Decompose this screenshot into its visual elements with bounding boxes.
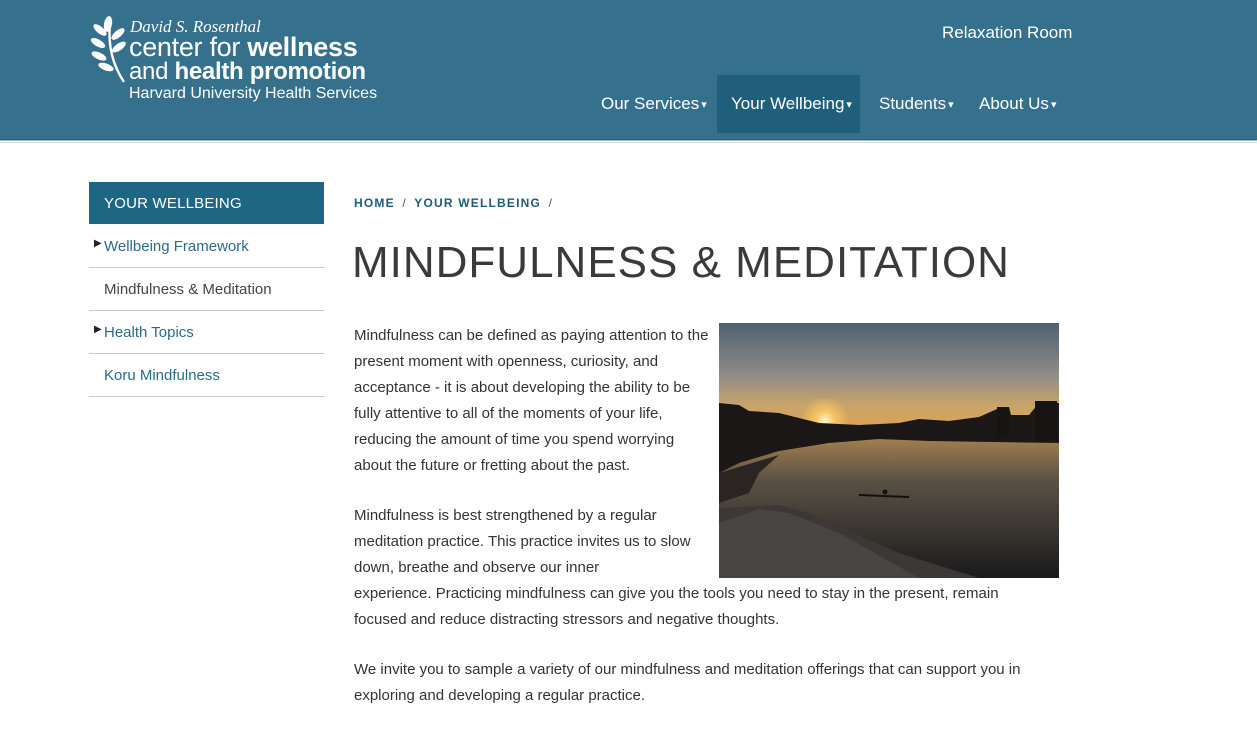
nav-label: Our Services [601,94,700,113]
breadcrumb: HOME / YOUR WELLBEING / [354,196,556,210]
nav-label: Students [879,94,947,113]
logo-text-line4: Harvard University Health Services [129,85,378,102]
sidebar-item-label: Mindfulness & Meditation [104,280,272,298]
breadcrumb-home-link[interactable]: HOME [354,196,395,210]
river-sunset-photo [719,323,1059,578]
caret-down-icon: ▾ [846,98,852,111]
nav-students[interactable]: Students ▾ [879,75,954,133]
relaxation-room-link[interactable]: Relaxation Room [942,23,1072,43]
sidebar-item-health-topics[interactable]: ▶ Health Topics [89,311,324,354]
sidebar-heading[interactable]: YOUR WELLBEING [89,182,324,224]
sidebar-item-wellbeing-framework[interactable]: ▶ Wellbeing Framework [89,225,324,268]
leaf-branch-icon [90,16,126,83]
intro-paragraph: Mindfulness can be defined as paying att… [354,327,709,474]
nav-label: Your Wellbeing [731,94,845,113]
breadcrumb-section-link[interactable]: YOUR WELLBEING [414,196,541,210]
site-header: David S. Rosenthal center for wellness a… [0,0,1257,140]
page-title: MINDFULNESS & MEDITATION [352,238,1010,287]
caret-down-icon: ▾ [701,98,707,111]
sidebar-item-label: Wellbeing Framework [104,237,249,255]
caret-down-icon: ▾ [948,98,954,111]
nav-your-wellbeing[interactable]: Your Wellbeing ▾ [717,75,860,133]
site-logo[interactable]: David S. Rosenthal center for wellness a… [88,14,398,110]
header-divider [0,140,1257,143]
caret-right-icon: ▶ [94,324,102,335]
breadcrumb-separator: / [402,196,407,210]
nav-about-us[interactable]: About Us ▾ [979,75,1056,133]
nav-our-services[interactable]: Our Services ▾ [601,75,707,133]
practice-paragraph: Mindfulness is best strengthened by a re… [354,507,691,576]
nav-label: About Us [979,94,1049,113]
caret-down-icon: ▾ [1050,98,1057,111]
invitation-paragraph: We invite you to sample a variety of our… [354,661,1021,704]
practice-paragraph-continued: experience. Practicing mindfulness can g… [354,585,999,628]
sidebar-item-label: Health Topics [104,323,194,341]
sidebar-item-mindfulness-meditation[interactable]: Mindfulness & Meditation [89,268,324,311]
logo-text-line3: and health promotion [129,58,366,85]
sidebar-item-koru-mindfulness[interactable]: Koru Mindfulness [89,354,324,397]
caret-right-icon: ▶ [94,238,102,249]
breadcrumb-separator: / [548,196,554,210]
sidebar-item-label: Koru Mindfulness [104,366,220,384]
